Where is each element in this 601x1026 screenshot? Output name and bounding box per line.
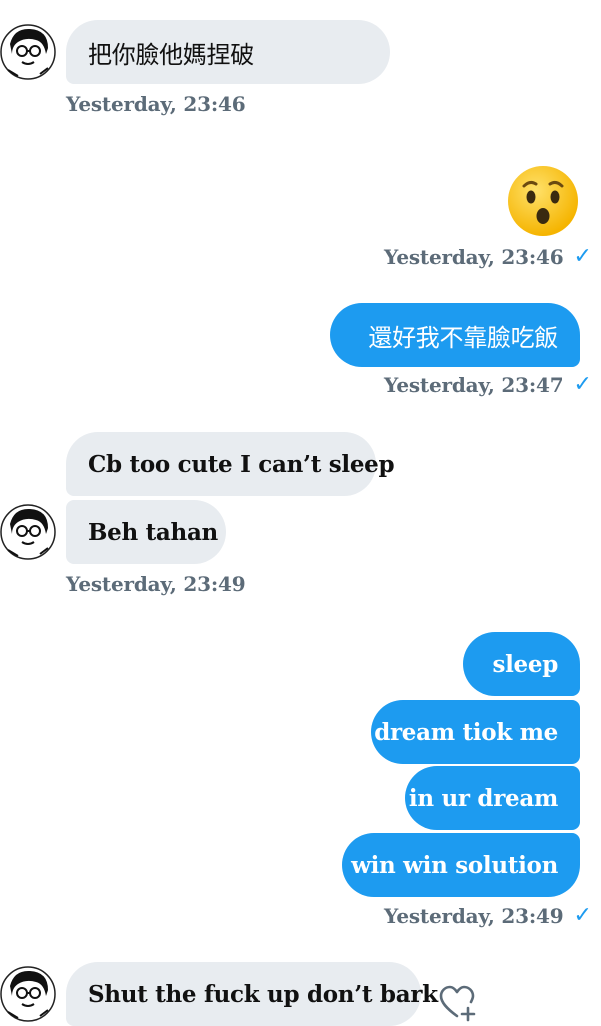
hushed-face-emoji[interactable] <box>506 164 580 238</box>
heart-add-icon[interactable] <box>438 984 478 1022</box>
message-bubble-outgoing[interactable]: in ur dream <box>405 766 580 830</box>
message-bubble-outgoing[interactable]: win win solution <box>342 833 580 897</box>
message-bubble-incoming[interactable]: 把你臉他媽捏破 <box>66 20 390 84</box>
message-timestamp: Yesterday, 23:46 <box>66 92 246 116</box>
message-bubble-outgoing[interactable]: sleep <box>463 632 580 696</box>
message-timestamp: Yesterday, 23:46 ✓ <box>384 244 592 269</box>
message-bubble-outgoing[interactable]: dream tiok me <box>371 700 580 764</box>
avatar-icon[interactable] <box>0 966 56 1022</box>
message-bubble-outgoing[interactable]: 還好我不靠臉吃飯 <box>330 303 580 367</box>
timestamp-text: Yesterday, 23:46 <box>384 244 564 269</box>
message-timestamp: Yesterday, 23:49 <box>66 572 246 596</box>
message-bubble-incoming[interactable]: Beh tahan <box>66 500 226 564</box>
check-icon: ✓ <box>573 903 592 928</box>
check-icon: ✓ <box>573 372 592 397</box>
avatar-icon[interactable] <box>0 24 56 80</box>
message-timestamp: Yesterday, 23:47 ✓ <box>384 372 592 397</box>
timestamp-text: Yesterday, 23:49 <box>384 903 564 928</box>
message-bubble-incoming[interactable]: Shut the fuck up don’t bark <box>66 962 438 1026</box>
message-timestamp: Yesterday, 23:49 ✓ <box>384 903 592 928</box>
message-bubble-incoming[interactable]: Cb too cute I can’t sleep <box>66 432 395 496</box>
timestamp-text: Yesterday, 23:47 <box>384 372 564 397</box>
check-icon: ✓ <box>573 244 592 269</box>
avatar-icon[interactable] <box>0 504 56 560</box>
